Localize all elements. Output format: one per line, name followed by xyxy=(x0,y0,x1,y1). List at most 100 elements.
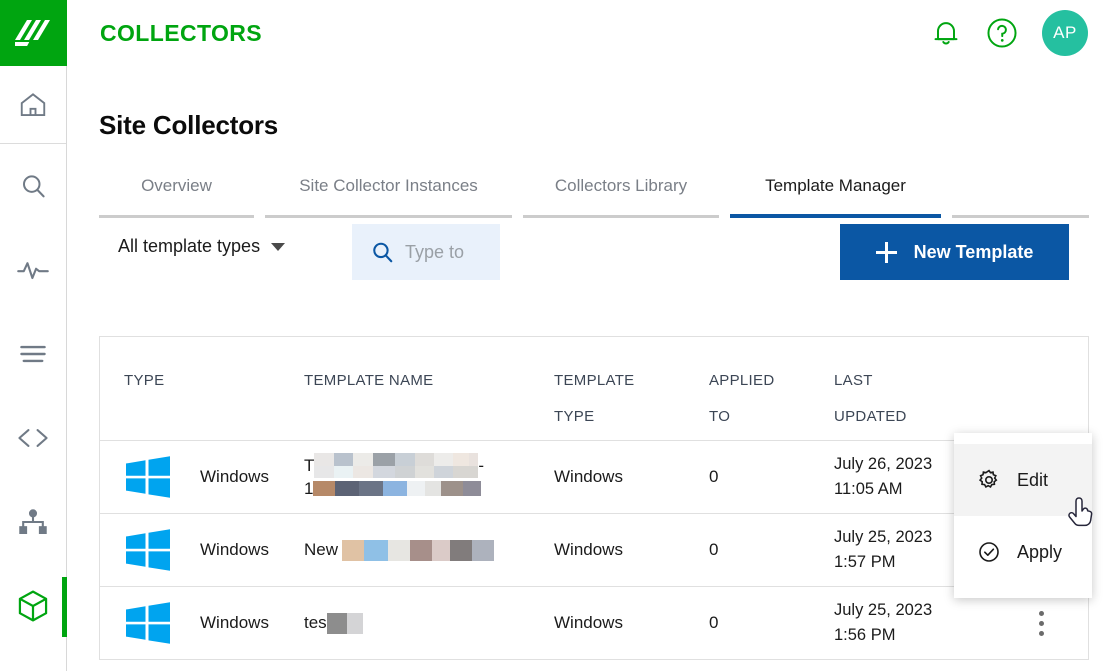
templates-table: TYPE TEMPLATE NAME TEMPLATE TYPE APPLIED… xyxy=(99,336,1089,660)
chevron-down-icon xyxy=(271,242,286,251)
windows-icon xyxy=(126,456,170,498)
notifications-button[interactable] xyxy=(930,17,962,49)
cell-applied-to: 0 xyxy=(709,613,719,632)
brand-title: COLLECTORS xyxy=(100,19,263,46)
context-menu-item-apply[interactable]: Apply xyxy=(954,516,1092,588)
search-input[interactable]: Type to xyxy=(405,242,464,263)
sidebar-item-search[interactable] xyxy=(0,144,66,228)
new-template-label: New Template xyxy=(913,241,1034,262)
cell-template-name: New xyxy=(304,539,554,561)
top-bar: COLLECTORS AP xyxy=(67,0,1109,66)
tab-site-collector-instances[interactable]: Site Collector Instances xyxy=(265,176,512,218)
kebab-menu-icon[interactable] xyxy=(1038,610,1044,636)
cell-applied-to: 0 xyxy=(709,540,719,559)
row-actions xyxy=(994,610,1088,636)
tab-template-manager[interactable]: Template Manager xyxy=(730,176,941,218)
sidebar-item-logs[interactable] xyxy=(0,312,66,396)
context-menu-label: Edit xyxy=(1017,469,1049,490)
column-header-type[interactable]: TYPE xyxy=(100,337,304,399)
context-menu-item-edit[interactable]: Edit xyxy=(954,444,1092,516)
cell-type-label: Windows xyxy=(200,613,269,632)
cell-applied-to: 0 xyxy=(709,467,719,486)
home-icon xyxy=(20,92,46,116)
table-header-row: TYPE TEMPLATE NAME TEMPLATE TYPE APPLIED… xyxy=(100,337,1088,441)
sidebar-item-code[interactable] xyxy=(0,396,66,480)
topology-icon xyxy=(19,509,47,534)
tab-label: Overview xyxy=(141,176,212,195)
cell-template-type: Windows xyxy=(554,540,623,559)
search-box[interactable]: Type to xyxy=(352,224,500,280)
column-header-line1: TYPE xyxy=(124,372,165,389)
tab-trailing-rule xyxy=(952,196,1089,218)
table-row[interactable]: Windows tes Windows 0 July 25, 2023 1:56… xyxy=(100,587,1088,660)
tab-underline xyxy=(952,215,1089,218)
code-brackets-icon xyxy=(18,429,48,447)
app-logo[interactable] xyxy=(0,0,67,66)
page-title: Site Collectors xyxy=(99,110,279,140)
cell-type: Windows xyxy=(100,601,304,645)
new-template-button[interactable]: New Template xyxy=(840,224,1069,280)
cell-type-label: Windows xyxy=(200,540,269,559)
avatar[interactable]: AP xyxy=(1042,10,1088,56)
help-circle-icon xyxy=(987,18,1017,48)
redacted-template-name xyxy=(314,453,479,478)
column-header-line1: APPLIED xyxy=(709,372,775,389)
sidebar-item-home[interactable] xyxy=(0,66,66,144)
table-row[interactable]: Windows New Windows 0 July 25, 2023 1:57… xyxy=(100,514,1088,587)
bell-icon xyxy=(934,22,958,45)
tab-collectors-library[interactable]: Collectors Library xyxy=(523,176,719,218)
last-updated-date: July 25, 2023 xyxy=(834,601,933,619)
cell-type-label: Windows xyxy=(200,467,269,486)
plus-icon xyxy=(875,241,897,263)
gear-icon xyxy=(978,469,998,488)
column-header-line1: TEMPLATE xyxy=(554,372,635,389)
main-content: Site Collectors Overview Site Collector … xyxy=(67,66,1109,671)
tab-label: Site Collector Instances xyxy=(299,176,478,195)
cell-type: Windows xyxy=(100,528,304,572)
redacted-template-name xyxy=(342,539,495,561)
toolbar: All template types Type to New Template xyxy=(99,224,1089,280)
column-header-template-name[interactable]: TEMPLATE NAME xyxy=(304,337,554,399)
tab-label: Collectors Library xyxy=(554,176,688,195)
activity-pulse-icon xyxy=(17,262,49,280)
template-type-filter-label: All template types xyxy=(118,236,261,256)
column-header-template-type[interactable]: TEMPLATE TYPE xyxy=(554,337,709,435)
column-header-applied-to[interactable]: APPLIED TO xyxy=(709,337,834,435)
cell-template-name: T - 1 xyxy=(304,453,554,501)
last-updated-time: 1:56 PM xyxy=(834,626,896,644)
template-name-prefix: tes xyxy=(304,613,327,632)
table-row[interactable]: Windows T - 1 Windows 0 July 26, 2023 11… xyxy=(100,441,1088,514)
sidebar-item-collectors[interactable] xyxy=(0,564,67,648)
template-name-prefix: T xyxy=(304,456,315,475)
tab-underline xyxy=(99,215,254,218)
cell-type: Windows xyxy=(100,455,304,499)
tab-underline xyxy=(523,215,719,218)
app-root: COLLECTORS AP Site Collectors Overview S… xyxy=(0,0,1109,671)
sidebar-item-activity[interactable] xyxy=(0,228,66,312)
help-button[interactable] xyxy=(986,17,1018,49)
cube-icon xyxy=(18,590,48,622)
redacted-template-name-line2 xyxy=(313,481,482,496)
template-name-prefix: New xyxy=(304,540,339,559)
redacted-template-name xyxy=(326,612,363,634)
windows-icon xyxy=(126,602,170,644)
tab-bar: Overview Site Collector Instances Collec… xyxy=(99,176,1089,218)
template-name-suffix: - xyxy=(478,456,485,475)
template-name-prefix-line2: 1 xyxy=(304,479,314,498)
column-header-line2: TO xyxy=(709,408,731,425)
cell-template-name: tes xyxy=(304,612,554,634)
search-icon xyxy=(373,242,393,262)
logo-slashes-icon xyxy=(14,20,50,46)
row-context-menu: Edit Apply xyxy=(954,433,1092,598)
column-header-last-updated[interactable]: LAST UPDATED xyxy=(834,337,994,435)
template-type-filter[interactable]: All template types xyxy=(118,236,286,257)
tab-overview[interactable]: Overview xyxy=(99,176,254,218)
list-lines-icon xyxy=(20,345,46,363)
tab-underline xyxy=(265,215,512,218)
cell-template-type: Windows xyxy=(554,467,623,486)
top-bar-actions: AP xyxy=(930,10,1088,56)
windows-icon xyxy=(126,529,170,571)
sidebar-item-topology[interactable] xyxy=(0,480,66,564)
column-header-line2: UPDATED xyxy=(834,408,907,425)
search-icon xyxy=(23,175,45,198)
